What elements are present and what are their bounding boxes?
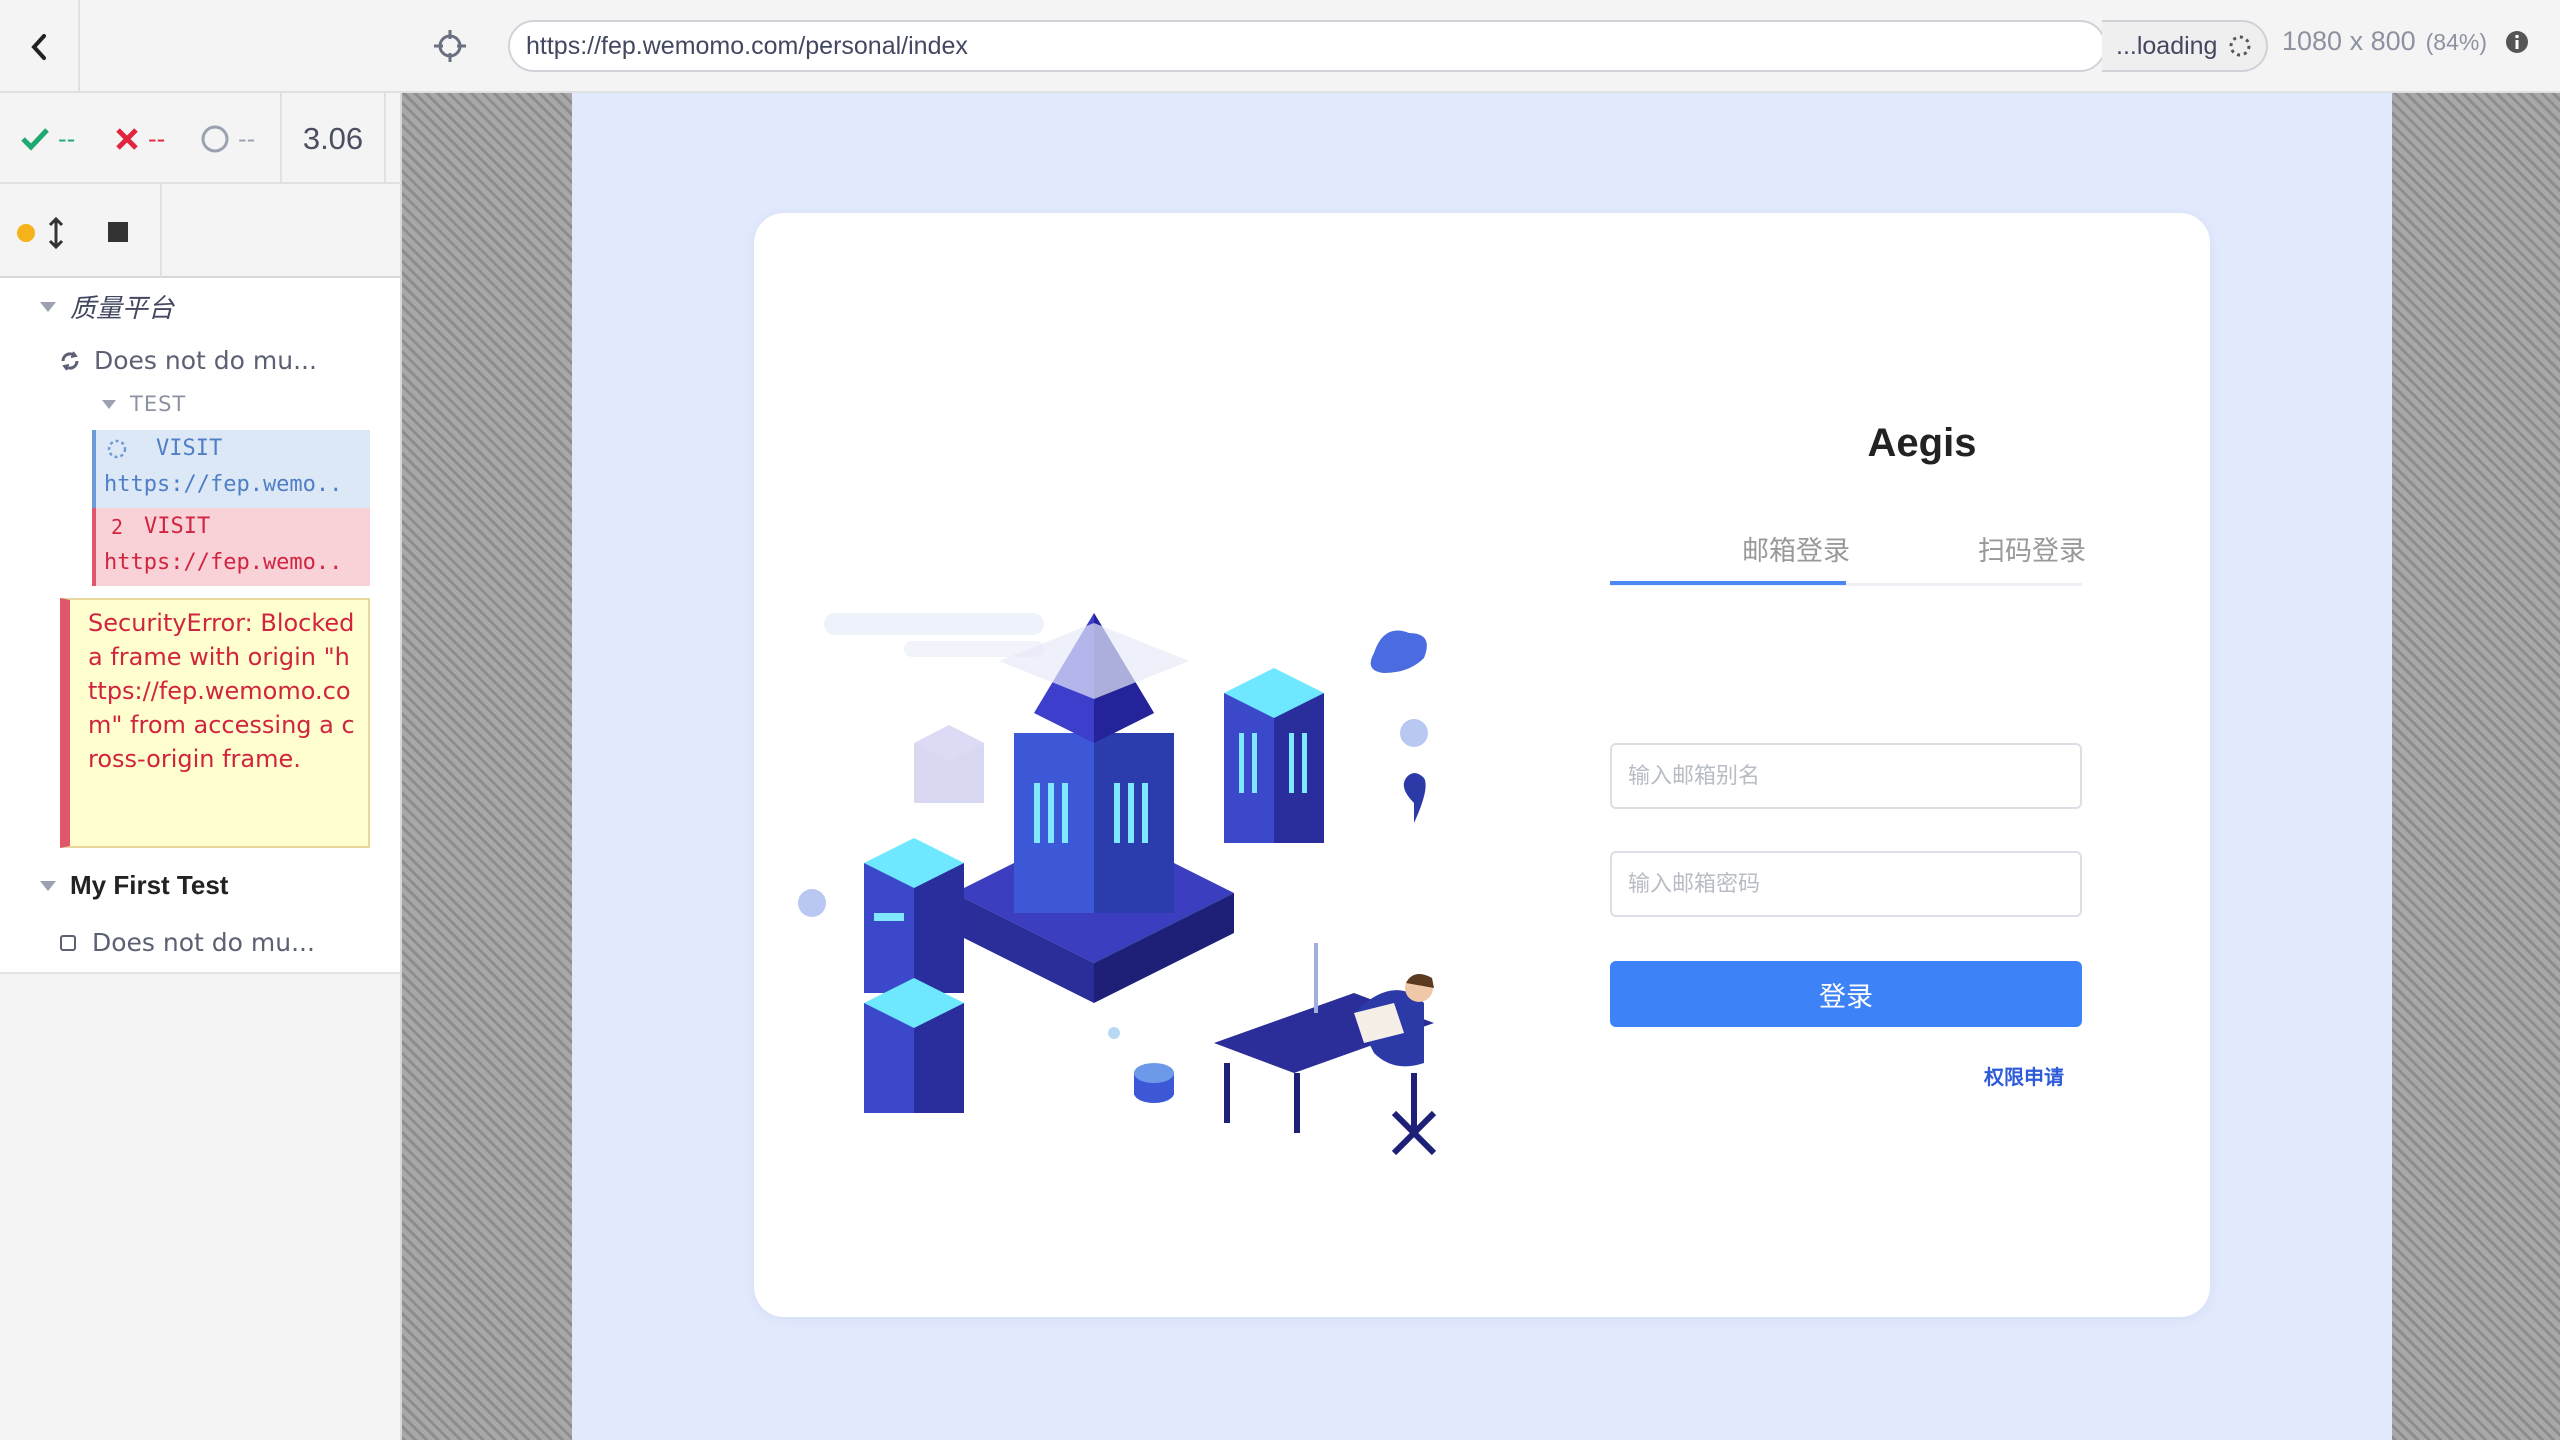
command-message: https://fep.wemo.. [104,550,343,575]
suite-title[interactable]: My First Test [40,870,228,901]
crosshair-icon[interactable] [432,28,468,64]
chevron-left-icon [31,33,46,60]
loading-text: ...loading [2116,31,2218,60]
info-icon[interactable] [2505,30,2529,54]
tab-email-login[interactable]: 邮箱登录 [1678,529,1914,568]
failed-count: -- [148,124,166,153]
loading-indicator: ...loading [2102,20,2268,72]
command-row[interactable]: VISIT https://fep.wemo.. [92,430,370,508]
test-title[interactable]: Does not do mu... [58,346,317,375]
failed-stat: -- [114,93,165,184]
command-message: https://fep.wemo.. [104,472,343,497]
email-alias-input[interactable] [1610,743,2082,809]
stats-bar: -- -- -- 3.06 [0,93,402,184]
viewport-scale: (84%) [2425,29,2487,55]
reporter-panel: -- -- -- 3.06 质量平台 Does not do mu... TES… [0,0,402,1440]
url-text: https://fep.wemomo.com/personal/index [526,31,968,60]
test-title-text: Does not do mu... [92,928,315,957]
login-card: Aegis 邮箱登录 扫码登录 登录 权限申请 [754,213,2210,1317]
stop-icon[interactable] [106,220,130,244]
caret-down-icon [40,880,56,891]
divider [160,184,162,278]
duration: 3.06 [280,93,386,184]
caret-down-icon [102,399,116,409]
spinner-icon [107,439,127,458]
viewport-info: 1080 x 800 (84%) [2282,26,2529,57]
check-icon [21,127,49,151]
test-title[interactable]: Does not do mu... [58,928,315,957]
passed-stat: -- [20,93,75,184]
hook-title[interactable]: TEST [102,392,186,416]
checkbox-icon [60,934,76,951]
circle-icon [201,125,229,152]
active-tab-indicator [1610,581,1846,585]
app-title: Aegis [1867,421,1977,465]
reporter-header [0,0,402,93]
url-bar: https://fep.wemomo.com/personal/index ..… [402,0,2560,93]
error-message[interactable]: SecurityError: Blocked a frame with orig… [60,598,370,848]
command-row[interactable]: 2 VISIT https://fep.wemo.. [92,508,370,586]
tab-qr-login[interactable]: 扫码登录 [1914,529,2150,568]
cypress-runner: -- -- -- 3.06 质量平台 Does not do mu... TES… [0,0,2560,1440]
suite-title-text: My First Test [70,870,229,900]
url-input[interactable]: https://fep.wemomo.com/personal/index [508,20,2106,72]
x-icon [116,127,138,150]
viewport-size: 1080 x 800 [2282,26,2416,56]
test-title-text: Does not do mu... [94,346,317,375]
back-button[interactable] [0,0,80,93]
suite-title-text: 质量平台 [70,294,175,324]
hook-label: TEST [130,392,187,416]
pending-stat: -- [200,93,255,184]
suite-title[interactable]: 质量平台 [40,288,174,325]
caret-down-icon [40,301,56,312]
command-name: VISIT [144,514,211,539]
spinner-icon [2229,35,2251,57]
command-number: 2 [110,514,124,539]
arrows-vertical-icon[interactable] [46,216,66,250]
command-name: VISIT [156,436,223,461]
permission-request-link[interactable]: 权限申请 [1984,1061,2064,1090]
email-password-input[interactable] [1610,851,2082,917]
running-indicator [17,224,35,242]
login-button[interactable]: 登录 [1610,961,2082,1027]
refresh-icon [61,350,79,371]
passed-count: -- [58,124,76,153]
server-illustration [798,613,1437,1156]
app-under-test: Aegis 邮箱登录 扫码登录 登录 权限申请 [572,93,2392,1440]
pending-count: -- [238,124,256,153]
